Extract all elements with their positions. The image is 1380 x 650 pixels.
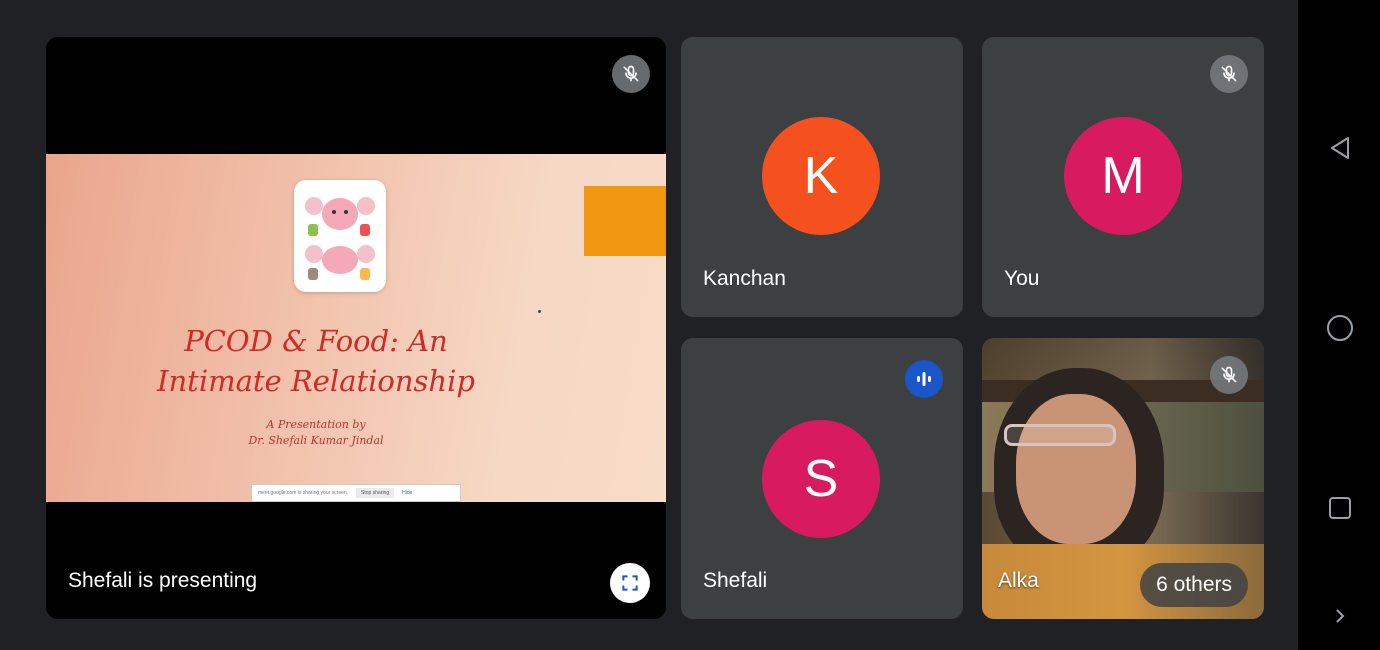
slide-byline2: Dr. Shefali Kumar Jindal: [248, 434, 384, 447]
participant-name: Kanchan: [703, 267, 786, 290]
fullscreen-button[interactable]: [610, 563, 650, 603]
participant-tile-alka[interactable]: Alka 6 others: [982, 338, 1264, 619]
meet-stage: PCOD & Food: An Intimate Relationship A …: [0, 0, 1298, 650]
avatar-shefali: S: [762, 420, 880, 538]
video-person-glasses: [1004, 424, 1116, 446]
participant-name: Alka: [998, 569, 1039, 592]
mic-off-icon: [612, 55, 650, 93]
participant-tile-shefali[interactable]: S Shefali: [681, 338, 963, 619]
presenting-label: Shefali is presenting: [68, 569, 258, 592]
slide-title-line2: Intimate Relationship: [157, 364, 475, 398]
recents-icon[interactable]: [1322, 490, 1358, 526]
slide-title-line1: PCOD & Food: An: [184, 324, 448, 358]
stop-sharing-button[interactable]: Stop sharing: [356, 488, 395, 498]
android-nav-bar: [1298, 0, 1380, 650]
participant-name: You: [1004, 267, 1040, 290]
slide-dot: [538, 310, 541, 313]
avatar-you: M: [1064, 117, 1182, 235]
slide-byline1: A Presentation by: [266, 418, 366, 431]
avatar-kanchan: K: [762, 117, 880, 235]
screen-share-notice-text: meet.google.com is sharing your screen.: [258, 490, 349, 496]
screen-share-notice: meet.google.com is sharing your screen. …: [251, 484, 461, 502]
uterus-illustration-icon: [294, 180, 386, 292]
participant-name: Shefali: [703, 569, 768, 592]
hide-notice-button[interactable]: Hide: [402, 490, 412, 496]
mic-off-icon: [1210, 55, 1248, 93]
back-icon[interactable]: [1322, 130, 1358, 166]
slide-orange-shape: [584, 186, 666, 256]
shared-slide: PCOD & Food: An Intimate Relationship A …: [46, 154, 666, 502]
presentation-tile[interactable]: PCOD & Food: An Intimate Relationship A …: [46, 37, 666, 619]
mic-off-icon: [1210, 356, 1248, 394]
chevron-right-icon[interactable]: [1322, 598, 1358, 634]
home-icon[interactable]: [1322, 310, 1358, 346]
others-count-button[interactable]: 6 others: [1140, 563, 1248, 607]
fullscreen-icon: [622, 575, 638, 591]
video-person-face: [1016, 394, 1136, 544]
participant-tile-you[interactable]: M You: [982, 37, 1264, 317]
participant-tile-kanchan[interactable]: K Kanchan: [681, 37, 963, 317]
speaking-indicator-icon: [905, 360, 943, 398]
